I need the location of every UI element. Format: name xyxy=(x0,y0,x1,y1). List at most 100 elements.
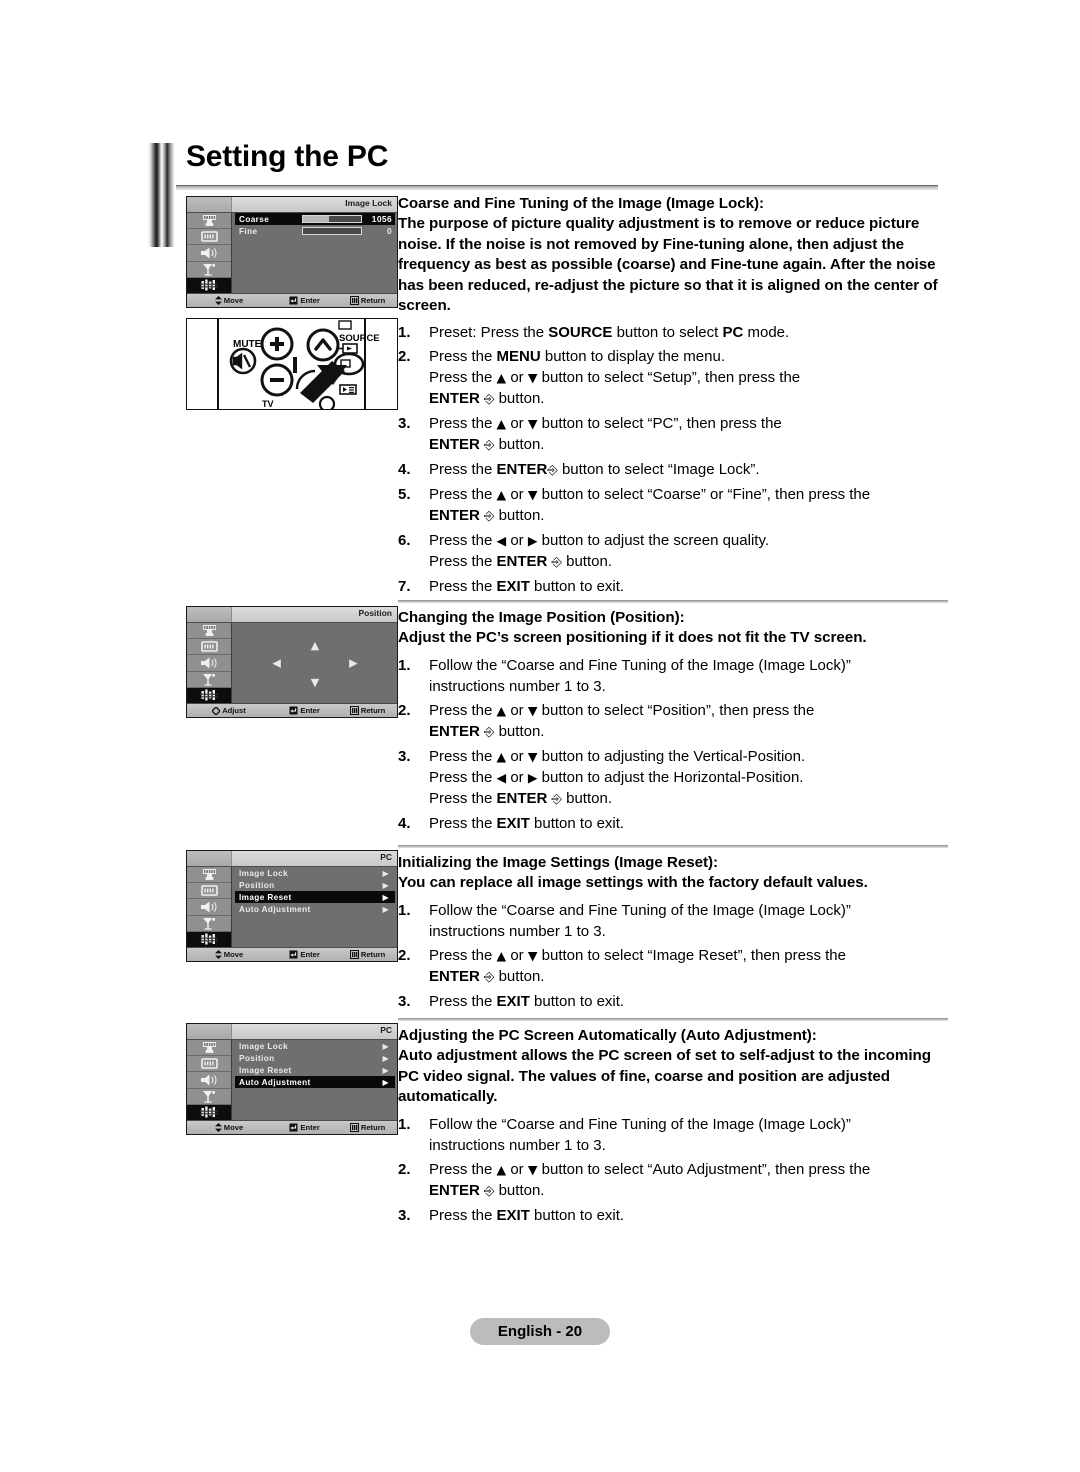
enter-key-icon xyxy=(289,1123,298,1132)
chevron-right-icon: ▶ xyxy=(382,1041,389,1051)
step-item: 2. Press the MENU button to display the m… xyxy=(398,348,801,408)
osd-enter-hint: Enter xyxy=(271,296,338,305)
menu-item-image-lock[interactable]: Image Lock ▶ xyxy=(235,867,395,879)
remote-illustration: MUTE SOURCE TV xyxy=(186,318,398,413)
step-item: 1. Follow the “Coarse and Fine Tuning of … xyxy=(398,656,851,695)
steps-list: 1. Follow the “Coarse and Fine Tuning of … xyxy=(398,1114,950,1226)
osd-sidebar xyxy=(187,867,232,948)
osd-content: Coarse 1056 Fine 0 xyxy=(233,213,397,293)
osd-adjust-hint: Adjust xyxy=(187,706,271,715)
adjust-diamond-icon xyxy=(212,706,221,715)
steps-list: 1. Follow the “Coarse and Fine Tuning of … xyxy=(398,655,950,834)
step-item: 1. Preset: Press the SOURCE button to sel… xyxy=(398,324,790,342)
menu-item-position[interactable]: Position ▶ xyxy=(235,879,395,891)
menu-item-label: Image Reset xyxy=(239,892,292,902)
osd-bottom-bar: Adjust Enter Return xyxy=(187,703,397,717)
osd-move-hint: Move xyxy=(187,950,271,959)
step-item: 1. Follow the “Coarse and Fine Tuning of … xyxy=(398,1115,851,1154)
menu-item-auto-adjustment[interactable]: Auto Adjustment ▶ xyxy=(235,1076,395,1088)
display-icon[interactable] xyxy=(187,1056,231,1073)
updown-arrow-icon xyxy=(214,950,222,959)
down-arrow-icon[interactable]: ▼ xyxy=(311,676,319,689)
channel-icon[interactable] xyxy=(187,916,231,932)
figure-remote-control: MUTE SOURCE TV xyxy=(186,318,398,413)
svg-text:MUTE: MUTE xyxy=(233,339,262,350)
osd-titlebar: PC xyxy=(187,1024,397,1040)
fine-slider[interactable] xyxy=(302,227,362,235)
osd-bottom-bar: Move Enter Return xyxy=(187,293,397,307)
steps-list: 1. Follow the “Coarse and Fine Tuning of … xyxy=(398,900,950,1012)
osd-enter-hint: Enter xyxy=(271,1123,338,1132)
menu-item-label: Image Lock xyxy=(239,1041,289,1051)
menu-item-image-reset[interactable]: Image Reset ▶ xyxy=(235,891,395,903)
step-item: 3. Press the ▲ or ▼ button to select “PC”… xyxy=(398,415,782,454)
picture-icon[interactable] xyxy=(187,213,231,230)
return-key-icon xyxy=(349,950,359,959)
setup-icon[interactable] xyxy=(187,931,231,948)
sound-icon[interactable] xyxy=(187,655,231,672)
svg-text:SOURCE: SOURCE xyxy=(339,333,380,344)
osd-position: Position ▲ ▼ ◀ ▶ Adjust Enter Return xyxy=(186,606,398,718)
osd-row-fine[interactable]: Fine 0 xyxy=(235,225,395,237)
title-decor-bar xyxy=(148,143,174,247)
picture-icon[interactable] xyxy=(187,867,231,884)
osd-bottom-bar: Move Enter Return xyxy=(187,947,397,961)
display-icon[interactable] xyxy=(187,229,231,246)
osd-titlebar-left xyxy=(187,607,232,622)
left-arrow-icon[interactable]: ◀ xyxy=(272,657,280,670)
section-body-image-reset: Initializing the Image Settings (Image R… xyxy=(398,853,950,1015)
channel-icon[interactable] xyxy=(187,1089,231,1105)
osd-return-hint: Return xyxy=(338,1123,397,1132)
sound-icon[interactable] xyxy=(187,1072,231,1089)
sound-icon[interactable] xyxy=(187,899,231,916)
osd-image-reset: PC Image Lock ▶ Position ▶ Image Reset ▶… xyxy=(186,850,398,962)
manual-page: Setting the PC Image Lock Coarse 1056 Fi… xyxy=(0,0,1080,1472)
chevron-right-icon: ▶ xyxy=(382,1077,389,1087)
figure-auto-adjustment-osd: PC Image Lock ▶ Position ▶ Image Reset ▶… xyxy=(186,1023,398,1135)
display-icon[interactable] xyxy=(187,639,231,656)
menu-item-label: Auto Adjustment xyxy=(239,1077,311,1087)
updown-arrow-icon xyxy=(214,1123,222,1132)
channel-icon[interactable] xyxy=(187,672,231,688)
menu-item-image-lock[interactable]: Image Lock ▶ xyxy=(235,1040,395,1052)
menu-item-auto-adjustment[interactable]: Auto Adjustment ▶ xyxy=(235,903,395,915)
chevron-right-icon: ▶ xyxy=(382,892,389,902)
osd-title-label: Image Lock xyxy=(345,198,392,208)
picture-icon[interactable] xyxy=(187,623,231,640)
setup-icon[interactable] xyxy=(187,687,231,704)
section-divider xyxy=(398,1018,948,1021)
step-item: 2. Press the ▲ or ▼ button to select “Ima… xyxy=(398,946,846,985)
osd-titlebar-left xyxy=(187,1024,232,1039)
menu-item-position[interactable]: Position ▶ xyxy=(235,1052,395,1064)
setup-icon[interactable] xyxy=(187,1104,231,1121)
picture-icon[interactable] xyxy=(187,1040,231,1057)
step-item: 7. Press the EXIT button to exit. xyxy=(398,578,625,596)
osd-title-label: PC xyxy=(380,852,392,862)
return-key-icon xyxy=(349,706,359,715)
osd-auto-adjustment: PC Image Lock ▶ Position ▶ Image Reset ▶… xyxy=(186,1023,398,1135)
osd-titlebar: PC xyxy=(187,851,397,867)
sound-icon[interactable] xyxy=(187,245,231,262)
section-heading: Adjusting the PC Screen Automatically (A… xyxy=(398,1027,931,1106)
setup-icon[interactable] xyxy=(187,277,231,294)
right-arrow-icon[interactable]: ▶ xyxy=(349,657,357,670)
menu-item-image-reset[interactable]: Image Reset ▶ xyxy=(235,1064,395,1076)
step-item: 4. Press the ENTER⎆ button to select “Ima… xyxy=(398,461,760,479)
osd-titlebar: Position xyxy=(187,607,397,623)
display-icon[interactable] xyxy=(187,883,231,900)
osd-sidebar xyxy=(187,623,232,704)
page-title-block: Setting the PC xyxy=(148,140,948,247)
coarse-value: 1056 xyxy=(371,214,392,224)
up-arrow-icon[interactable]: ▲ xyxy=(311,639,319,652)
osd-enter-hint: Enter xyxy=(271,706,338,715)
step-item: 4. Press the EXIT button to exit. xyxy=(398,814,625,832)
osd-row-coarse[interactable]: Coarse 1056 xyxy=(235,213,395,225)
channel-icon[interactable] xyxy=(187,262,231,278)
position-arrow-pad[interactable]: ▲ ▼ ◀ ▶ xyxy=(233,623,397,703)
coarse-slider[interactable] xyxy=(302,215,362,223)
enter-key-icon xyxy=(289,950,298,959)
title-rule xyxy=(176,185,938,190)
osd-image-lock: Image Lock Coarse 1056 Fine 0 Move Enter… xyxy=(186,196,398,308)
figure-position-osd: Position ▲ ▼ ◀ ▶ Adjust Enter Return xyxy=(186,606,398,718)
menu-item-label: Position xyxy=(239,880,275,890)
